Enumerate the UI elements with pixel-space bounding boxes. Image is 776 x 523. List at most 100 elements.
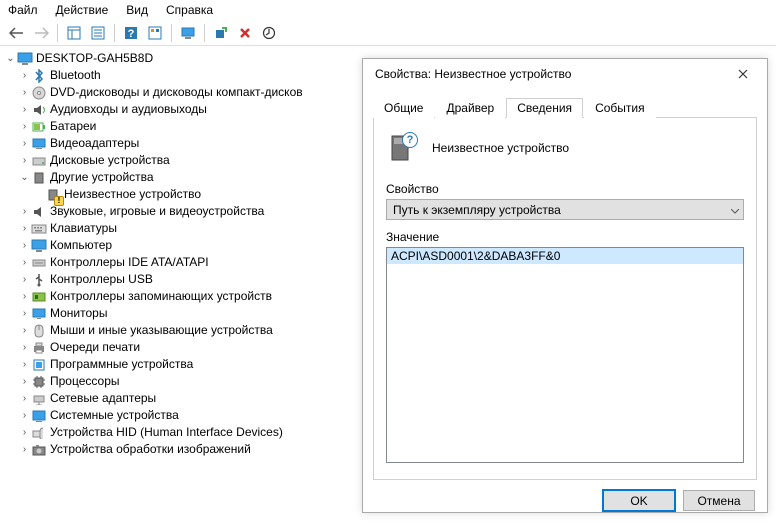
expander-icon[interactable]: › <box>18 339 31 356</box>
expander-icon[interactable]: › <box>18 135 31 152</box>
device-large-icon: ? <box>386 132 418 164</box>
expander-icon[interactable]: › <box>18 424 31 441</box>
cancel-button[interactable]: Отмена <box>683 490 755 511</box>
property-dropdown[interactable]: Путь к экземпляру устройства <box>386 199 744 220</box>
unknown-device-icon: ! <box>45 187 61 203</box>
other-devices-icon <box>31 170 47 186</box>
print-queue-icon <box>31 340 47 356</box>
hid-icon <box>31 425 47 441</box>
network-icon <box>31 391 47 407</box>
properties-button[interactable] <box>87 22 109 44</box>
update-driver-button[interactable] <box>258 22 280 44</box>
expander-icon[interactable]: › <box>18 203 31 220</box>
uninstall-button[interactable] <box>234 22 256 44</box>
expander-icon[interactable]: › <box>18 254 31 271</box>
tree-item-label: Звуковые, игровые и видеоустройства <box>50 203 264 220</box>
chevron-down-icon <box>731 203 739 217</box>
expander-icon[interactable]: › <box>18 288 31 305</box>
bluetooth-icon <box>31 68 47 84</box>
expander-icon[interactable]: › <box>18 407 31 424</box>
expander-icon[interactable]: › <box>18 390 31 407</box>
property-label: Свойство <box>386 182 744 196</box>
tab-driver[interactable]: Драйвер <box>435 98 505 118</box>
menu-action[interactable]: Действие <box>56 3 109 17</box>
computer-icon-button[interactable] <box>177 22 199 44</box>
warning-badge-icon: ! <box>54 196 64 206</box>
tree-item-label: Дисковые устройства <box>50 152 170 169</box>
expander-icon[interactable]: › <box>18 220 31 237</box>
tree-item-label: Системные устройства <box>50 407 179 424</box>
device-header: ? Неизвестное устройство <box>386 132 744 164</box>
toolbar-icon[interactable] <box>144 22 166 44</box>
expander-icon[interactable]: › <box>18 305 31 322</box>
expander-icon[interactable]: › <box>18 271 31 288</box>
expander-icon[interactable]: › <box>18 237 31 254</box>
tree-item-label: Процессоры <box>50 373 120 390</box>
expander-icon[interactable]: › <box>18 441 31 458</box>
toolbar-separator <box>114 24 115 42</box>
value-item[interactable]: ACPI\ASD0001\2&DABA3FF&0 <box>387 248 743 264</box>
expander-icon[interactable]: › <box>18 322 31 339</box>
expander-icon[interactable]: › <box>18 101 31 118</box>
properties-dialog: Свойства: Неизвестное устройство Общие Д… <box>362 58 768 513</box>
tree-item-label: Неизвестное устройство <box>64 186 201 203</box>
expander-icon[interactable]: ⌄ <box>4 50 17 67</box>
dialog-buttons: OK Отмена <box>363 480 767 521</box>
tree-item-label: Контроллеры IDE ATA/ATAPI <box>50 254 209 271</box>
tree-item-label: Мыши и иные указывающие устройства <box>50 322 273 339</box>
svg-text:?: ? <box>128 28 135 40</box>
computer-icon <box>31 238 47 254</box>
toolbar-separator <box>204 24 205 42</box>
tab-general[interactable]: Общие <box>373 98 434 118</box>
disk-icon <box>31 153 47 169</box>
tree-item-label: Другие устройства <box>50 169 154 186</box>
tree-item-label: Программные устройства <box>50 356 193 373</box>
menubar: Файл Действие Вид Справка <box>0 0 776 20</box>
keyboard-icon <box>31 221 47 237</box>
storage-controller-icon <box>31 289 47 305</box>
expander-icon[interactable]: › <box>18 84 31 101</box>
monitor-icon <box>31 306 47 322</box>
close-button[interactable] <box>729 65 757 83</box>
imaging-icon <box>31 442 47 458</box>
system-device-icon <box>31 408 47 424</box>
audio-io-icon <box>31 102 47 118</box>
show-hide-tree-button[interactable] <box>63 22 85 44</box>
menu-help[interactable]: Справка <box>166 3 213 17</box>
battery-icon <box>31 119 47 135</box>
dialog-title: Свойства: Неизвестное устройство <box>375 67 571 81</box>
tree-item-label: Сетевые адаптеры <box>50 390 156 407</box>
display-adapter-icon <box>31 136 47 152</box>
menu-view[interactable]: Вид <box>126 3 148 17</box>
expander-icon[interactable]: › <box>18 67 31 84</box>
computer-icon <box>17 51 33 67</box>
usb-icon <box>31 272 47 288</box>
tree-item-label: Устройства HID (Human Interface Devices) <box>50 424 283 441</box>
tree-item-label: Мониторы <box>50 305 107 322</box>
tree-item-label: Устройства обработки изображений <box>50 441 251 458</box>
expander-icon[interactable]: › <box>18 118 31 135</box>
dvd-icon <box>31 85 47 101</box>
scan-hardware-button[interactable] <box>210 22 232 44</box>
tree-item-label: Контроллеры USB <box>50 271 153 288</box>
tab-details[interactable]: Сведения <box>506 98 583 118</box>
toolbar-separator <box>57 24 58 42</box>
expander-icon[interactable]: › <box>18 373 31 390</box>
value-listbox[interactable]: ACPI\ASD0001\2&DABA3FF&0 <box>386 247 744 463</box>
expander-icon[interactable]: ⌄ <box>18 169 31 186</box>
tree-item-label: Компьютер <box>50 237 112 254</box>
expander-icon[interactable]: › <box>18 356 31 373</box>
menu-file[interactable]: Файл <box>8 3 38 17</box>
ok-button[interactable]: OK <box>603 490 675 511</box>
ide-icon <box>31 255 47 271</box>
expander-icon[interactable]: › <box>18 152 31 169</box>
help-button[interactable]: ? <box>120 22 142 44</box>
forward-button[interactable] <box>30 22 52 44</box>
question-badge-icon: ? <box>402 132 418 148</box>
back-button[interactable] <box>6 22 28 44</box>
property-selected-value: Путь к экземпляру устройства <box>393 203 561 217</box>
tree-root-label: DESKTOP-GAH5B8D <box>36 50 153 67</box>
tab-events[interactable]: События <box>584 98 656 118</box>
processor-icon <box>31 374 47 390</box>
tabs: Общие Драйвер Сведения События <box>373 97 757 118</box>
